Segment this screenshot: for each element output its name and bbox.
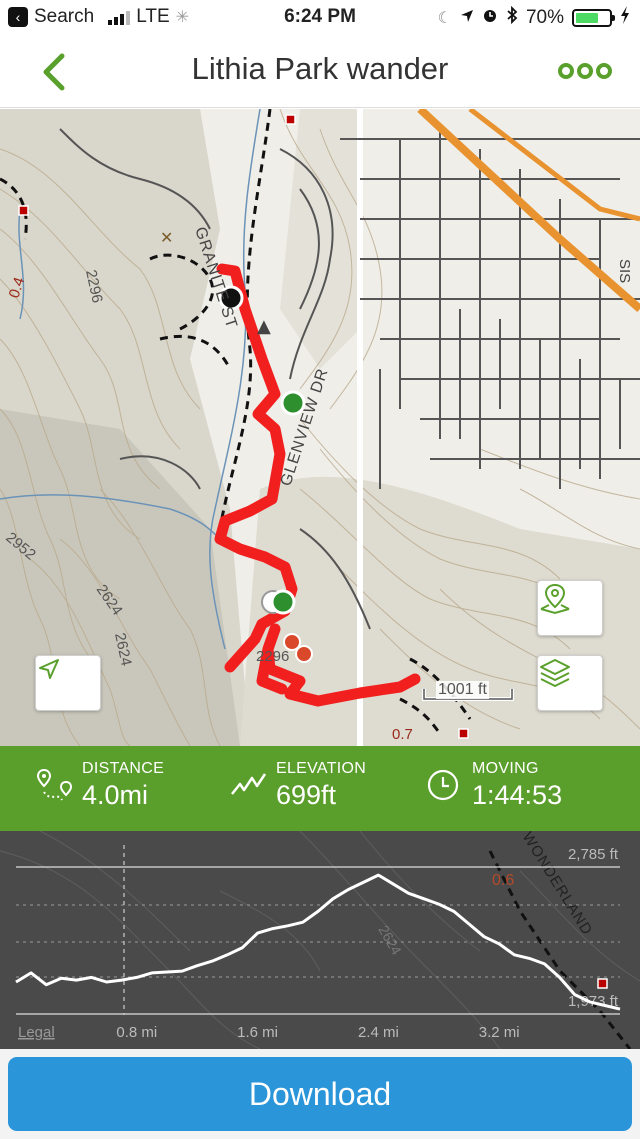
x-tick-label: 1.6 mi <box>237 1024 278 1041</box>
map-pin-icon <box>540 583 570 615</box>
scale-label: 1001 ft <box>436 681 489 699</box>
trailhead-marker <box>18 205 29 216</box>
waypoint-marker[interactable] <box>270 589 296 615</box>
elevation-profile[interactable]: 0.6 WONDERLAND 2624 2,785 ft 1,973 ft 0.… <box>0 831 640 1049</box>
moon-icon: ☾ <box>437 10 452 27</box>
download-button[interactable]: Download <box>8 1057 632 1131</box>
elevation-zigzag-icon <box>231 773 267 795</box>
download-bar: Download <box>0 1049 640 1139</box>
map-layers-button[interactable] <box>537 655 603 711</box>
locate-me-button[interactable] <box>35 655 101 711</box>
x-tick-label: 2.4 mi <box>358 1024 399 1041</box>
max-elevation-label: 2,785 ft <box>568 846 619 863</box>
x-tick-label: 3.2 mi <box>479 1024 520 1041</box>
profile-map-label: 0.6 <box>492 872 514 889</box>
add-waypoint-button[interactable] <box>537 580 603 636</box>
tree-icon: ▲ <box>257 316 271 337</box>
more-dots-icon <box>558 63 612 79</box>
trailhead-marker <box>285 114 296 125</box>
trail-distance-label: 0.7 <box>392 726 413 743</box>
charging-icon <box>620 6 630 30</box>
elevation-chart: 0.6 WONDERLAND 2624 2,785 ft 1,973 ft 0.… <box>0 831 640 1049</box>
status-right: ☾ 70% <box>437 5 630 30</box>
stat-moving: MOVING 1:44:53 <box>426 760 562 811</box>
bluetooth-icon <box>506 5 518 30</box>
street-label-sis: SIS <box>616 259 633 283</box>
profile-map-label: 2624 <box>375 923 405 958</box>
trailhead-marker <box>458 728 469 739</box>
status-bar: ‹ Search LTE ✳ 6:24 PM ☾ 70% <box>0 0 640 36</box>
stat-elevation: ELEVATION 699ft <box>230 760 366 811</box>
stats-bar: DISTANCE 4.0mi ELEVATION 699ft MOVING 1:… <box>0 746 640 831</box>
more-options-button[interactable] <box>558 56 612 86</box>
map-canvas: ✕ ▲ GRANITE ST GLENVIEW DR SIS 2296 2952… <box>0 109 640 746</box>
contour-label: 2296 <box>256 648 289 665</box>
clock-icon <box>427 769 459 801</box>
distance-value: 4.0mi <box>82 780 149 810</box>
navigation-arrow-icon <box>39 659 59 679</box>
battery-percent: 70% <box>525 7 564 28</box>
topo-map[interactable]: ✕ ▲ GRANITE ST GLENVIEW DR SIS 2296 2952… <box>0 109 640 746</box>
location-arrow-icon <box>460 7 474 29</box>
nav-bar: Lithia Park wander <box>0 36 640 108</box>
x-tick-label: 0.8 mi <box>116 1024 157 1041</box>
poi-marker-icon: ✕ <box>160 228 173 247</box>
trailhead-marker <box>597 978 608 989</box>
map-scale: 1001 ft <box>422 681 514 701</box>
photo-marker[interactable] <box>295 645 313 663</box>
moving-value: 1:44:53 <box>472 780 563 810</box>
moving-label: MOVING <box>472 760 539 777</box>
distance-label: DISTANCE <box>82 760 165 777</box>
x-axis-ticks: 0.8 mi 1.6 mi 2.4 mi 3.2 mi <box>116 1024 519 1041</box>
elevation-value: 699ft <box>276 780 337 810</box>
route-pin-icon <box>36 768 73 801</box>
battery-icon <box>572 9 615 27</box>
elevation-label: ELEVATION <box>276 760 367 777</box>
alarm-icon <box>482 7 498 29</box>
layers-icon <box>540 659 570 687</box>
page-title: Lithia Park wander <box>191 51 449 86</box>
stat-distance: DISTANCE 4.0mi <box>36 760 164 811</box>
street-label-glenview: GLENVIEW DR <box>278 366 332 488</box>
legal-link[interactable]: Legal <box>18 1024 55 1041</box>
